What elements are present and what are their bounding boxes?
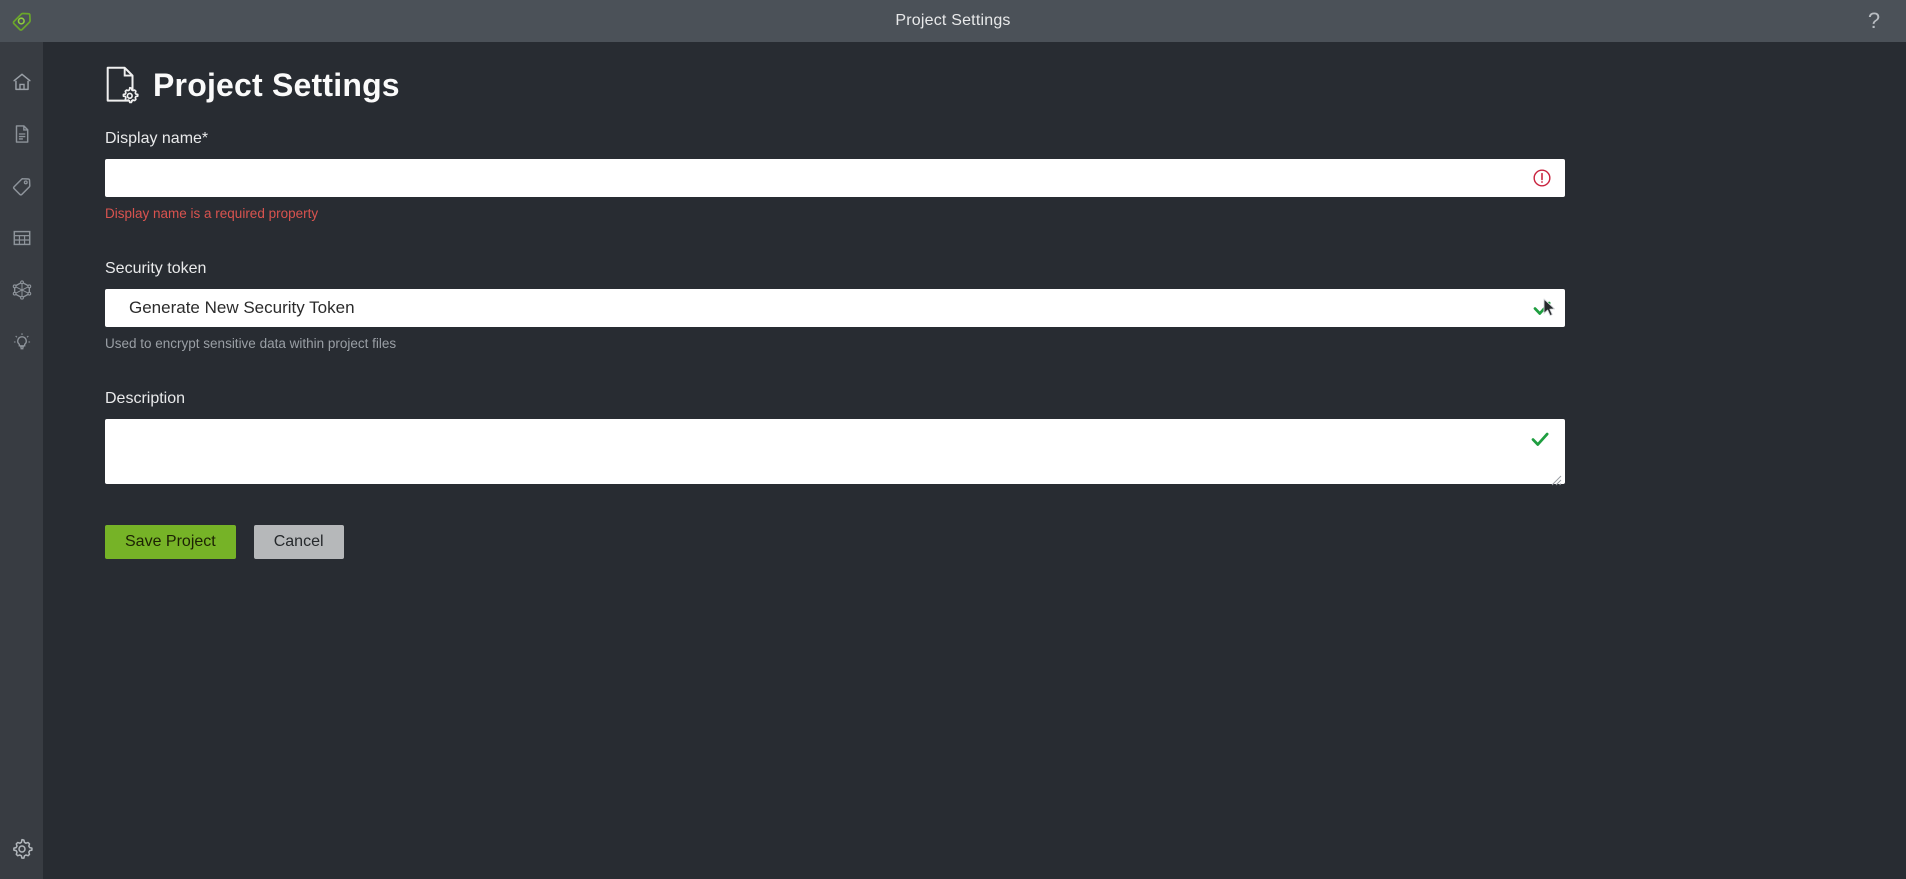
sidebar-item-insights[interactable] <box>0 316 43 368</box>
display-name-label: Display name* <box>105 130 209 147</box>
security-token-help: Used to encrypt sensitive data within pr… <box>105 336 397 351</box>
page-header: Project Settings <box>105 66 1906 104</box>
table-grid-icon <box>13 230 30 246</box>
display-name-input[interactable] <box>105 159 1565 197</box>
display-name-input-wrap <box>105 159 1565 197</box>
lightbulb-icon <box>13 333 30 350</box>
cancel-button[interactable]: Cancel <box>253 525 344 559</box>
gear-icon <box>12 838 33 859</box>
help-question-icon[interactable]: ? <box>1858 0 1890 42</box>
description-label: Description <box>105 390 186 407</box>
sidebar-item-table[interactable] <box>0 212 43 264</box>
page-title: Project Settings <box>153 66 400 103</box>
field-security-token: Security token Used to encrypt sensitive <box>105 260 1565 351</box>
app-window: Project Settings ? Project Settings Disp… <box>0 0 1906 879</box>
document-gear-icon <box>106 66 139 104</box>
field-display-name: Display name* Display name is a required… <box>105 130 1565 221</box>
sidebar-item-home[interactable] <box>0 56 43 108</box>
error-exclamation-icon <box>1531 167 1553 189</box>
security-token-label: Security token <box>105 260 207 277</box>
form-actions: Save Project Cancel <box>105 525 1906 559</box>
sidebar-item-model[interactable] <box>0 264 43 316</box>
success-check-icon <box>1529 428 1551 450</box>
display-name-error: Display name is a required property <box>105 206 319 221</box>
document-icon <box>15 125 28 143</box>
sidebar-item-tags[interactable] <box>0 160 43 212</box>
sidebar-item-settings[interactable] <box>0 819 43 879</box>
description-textarea[interactable] <box>105 419 1565 484</box>
main-content: Project Settings Display name* Display n… <box>43 42 1906 879</box>
sidebar-item-documents[interactable] <box>0 108 43 160</box>
save-project-button[interactable]: Save Project <box>105 525 236 559</box>
security-token-input-wrap <box>105 289 1565 327</box>
success-check-icon <box>1531 297 1553 319</box>
title-bar: Project Settings ? <box>0 0 1906 42</box>
home-icon <box>12 73 31 91</box>
sidebar <box>0 42 43 879</box>
window-title: Project Settings <box>895 12 1011 29</box>
network-graph-icon <box>12 280 31 300</box>
tag-icon <box>12 178 31 196</box>
field-description: Description <box>105 390 1565 489</box>
security-token-select[interactable] <box>105 289 1565 327</box>
app-body: Project Settings Display name* Display n… <box>0 42 1906 879</box>
description-input-wrap <box>105 419 1565 489</box>
project-settings-page: Project Settings Display name* Display n… <box>43 42 1906 559</box>
